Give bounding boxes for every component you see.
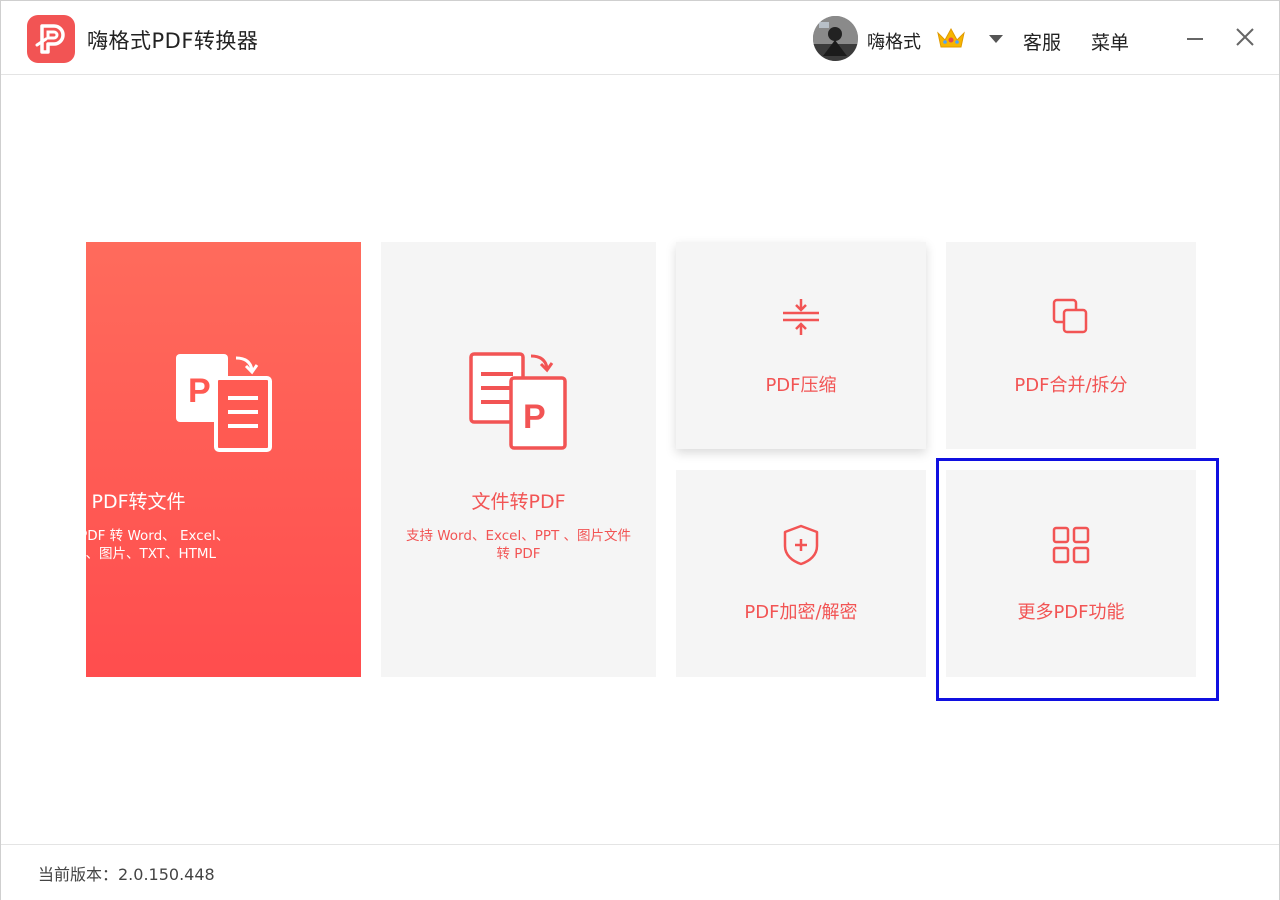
pdf-compress-card[interactable]: PDF压缩 [676, 242, 926, 449]
pdf-encrypt-card[interactable]: PDF加密/解密 [676, 470, 926, 677]
more-pdf-features-title: 更多PDF功能 [1017, 602, 1125, 623]
more-pdf-features-card[interactable]: 更多PDF功能 [946, 470, 1196, 677]
shield-icon [783, 524, 819, 566]
pdf-compress-title: PDF压缩 [765, 375, 837, 396]
close-icon[interactable] [1235, 27, 1255, 47]
pdf-merge-split-title: PDF合并/拆分 [1014, 375, 1128, 396]
app-window: 嗨格式PDF转换器 嗨格式 客服 菜单 P PDF转文件 支持 PDF 转 Wo… [0, 0, 1280, 900]
menu-button[interactable]: 菜单 [1091, 28, 1129, 55]
user-avatar[interactable] [813, 16, 858, 61]
compress-icon [783, 299, 819, 335]
customer-service-button[interactable]: 客服 [1023, 28, 1061, 55]
pdf-to-file-title: PDF转文件 [91, 491, 186, 513]
pdf-encrypt-title: PDF加密/解密 [744, 602, 858, 623]
file-to-pdf-icon: P [469, 352, 567, 450]
file-to-pdf-title: 文件转PDF [471, 491, 566, 513]
file-to-pdf-card[interactable]: P [381, 242, 656, 677]
svg-text:P: P [188, 372, 211, 410]
user-dropdown-icon[interactable] [989, 35, 1003, 43]
title-bar: 嗨格式PDF转换器 嗨格式 客服 菜单 [1, 1, 1279, 75]
file-to-pdf-desc: 支持 Word、Excel、PPT 、图片文件转 PDF [405, 528, 632, 562]
vip-crown-icon [935, 25, 967, 55]
pdf-merge-split-card[interactable]: PDF合并/拆分 [946, 242, 1196, 449]
minimize-icon[interactable] [1187, 38, 1203, 40]
app-logo-icon [27, 15, 75, 63]
svg-text:P: P [523, 398, 546, 436]
version-label: 当前版本：2.0.150.448 [38, 865, 215, 884]
pdf-to-file-desc: 支持 PDF 转 Word、 Excel、PPT、图片、TXT、HTML [47, 528, 230, 562]
username: 嗨格式 [867, 32, 921, 53]
pdf-to-file-icon: P [176, 354, 272, 452]
app-title: 嗨格式PDF转换器 [87, 29, 259, 53]
pdf-to-file-card[interactable]: P [86, 242, 361, 677]
grid-icon [1052, 526, 1090, 564]
merge-split-icon [1052, 298, 1088, 334]
